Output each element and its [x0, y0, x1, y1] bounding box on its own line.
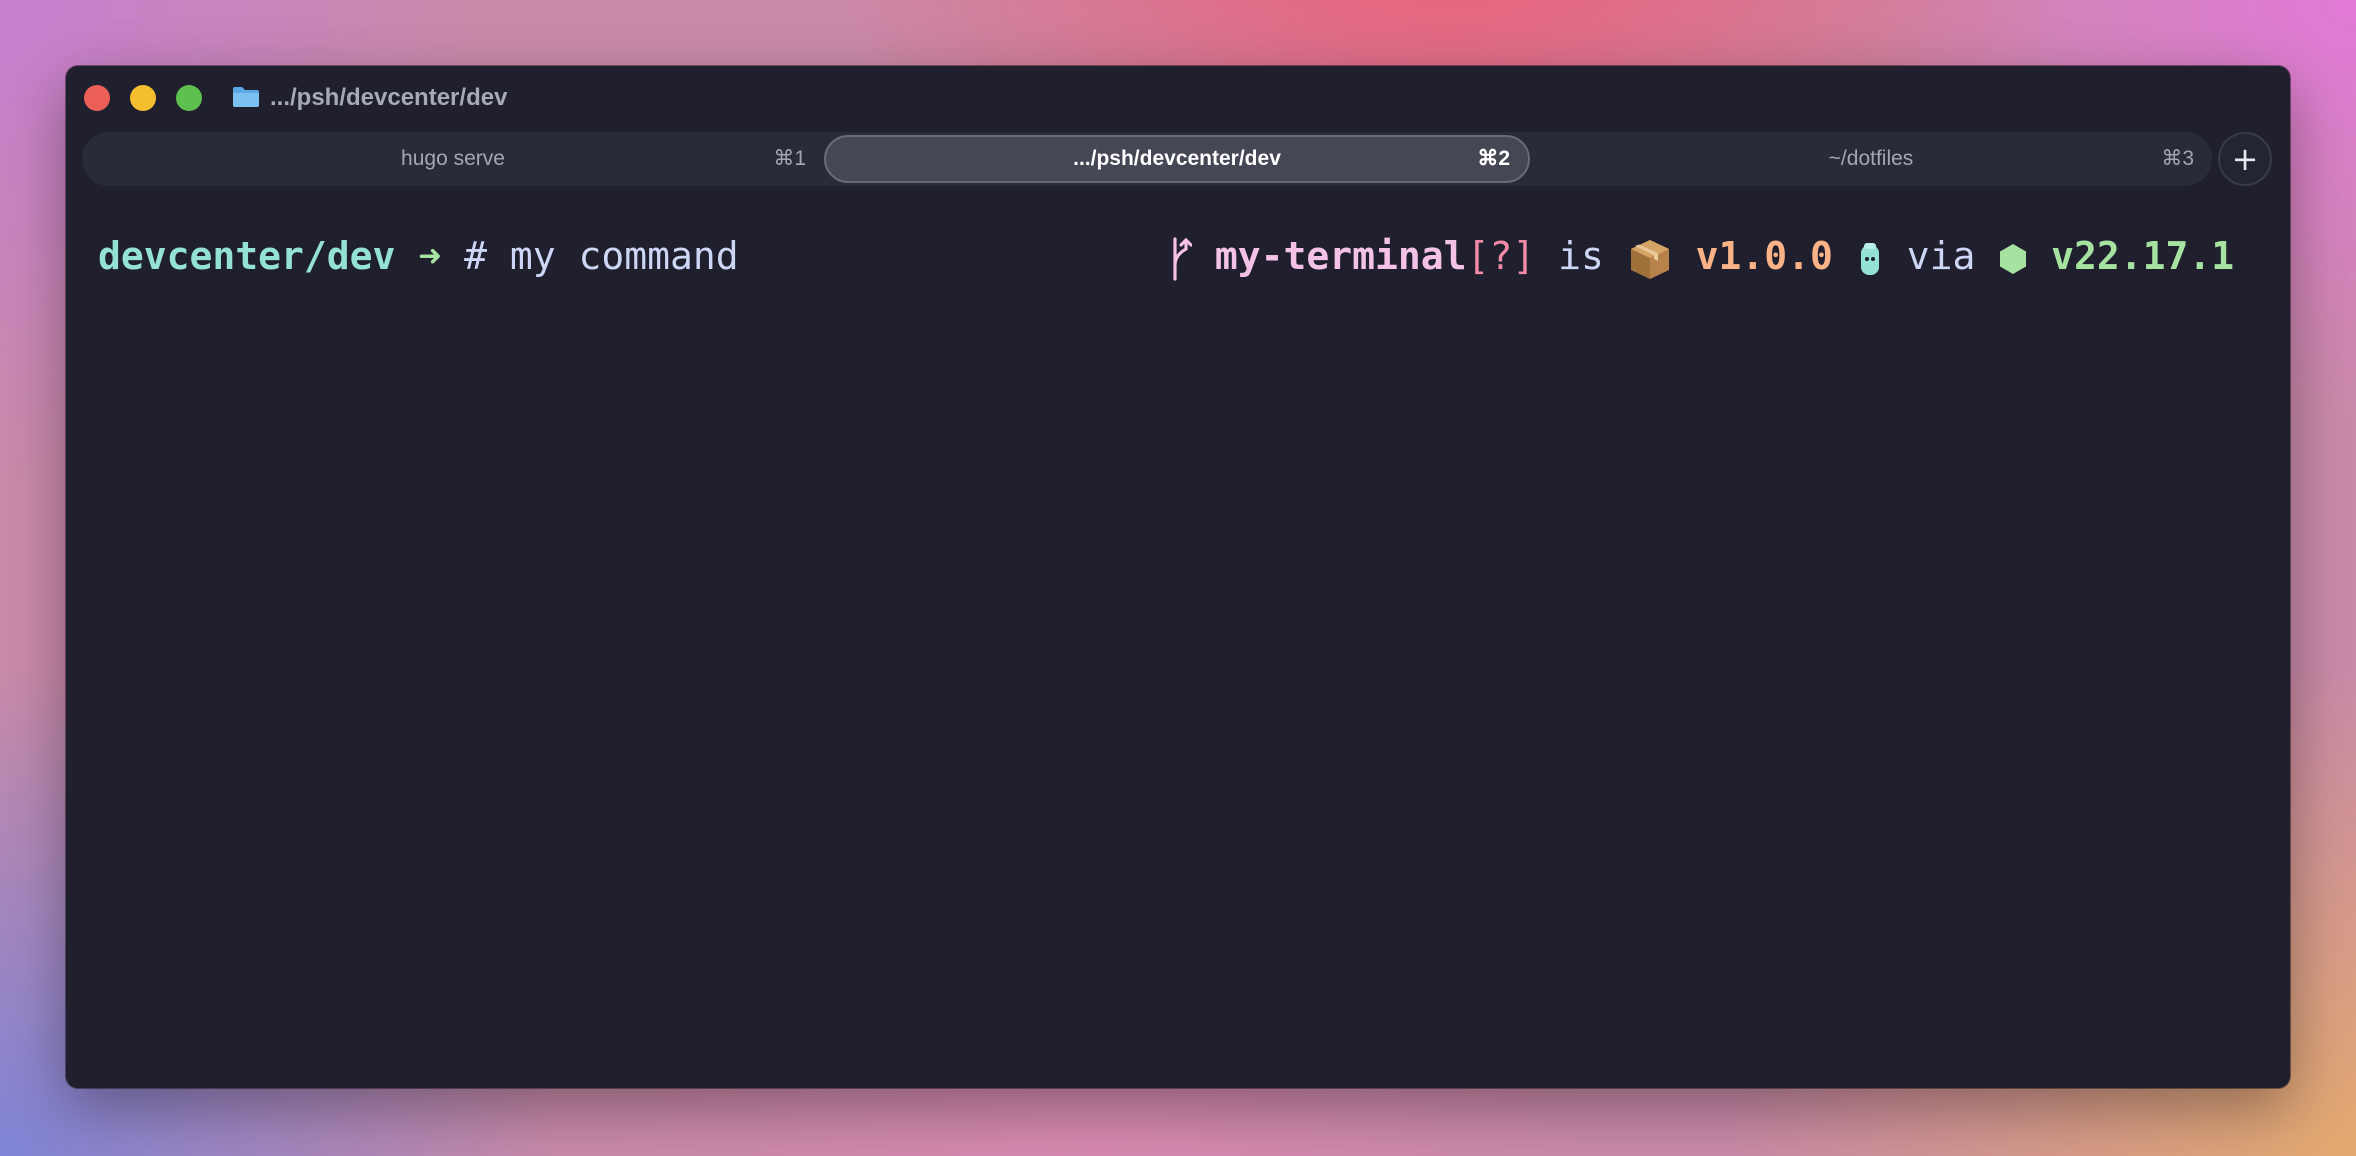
- terminal-output[interactable]: devcenter/dev ➜ # my command my-terminal…: [98, 226, 2278, 286]
- title-bar: .../psh/devcenter/dev: [66, 66, 2290, 132]
- tab-hugo-serve[interactable]: hugo serve ⌘1: [82, 132, 824, 186]
- tab-shortcut: ⌘2: [1477, 147, 1510, 170]
- new-tab-button[interactable]: +: [2218, 132, 2272, 186]
- window-title: .../psh/devcenter/dev: [270, 84, 508, 111]
- tab-dotfiles[interactable]: ~/dotfiles ⌘3: [1530, 132, 2212, 186]
- node-hexagon-icon: [2000, 243, 2027, 274]
- package-version: v1.0.0: [1695, 234, 1833, 278]
- terminal-window: .../psh/devcenter/dev hugo serve ⌘1 .../…: [66, 66, 2290, 1088]
- repo-name: my-terminal: [1214, 234, 1467, 278]
- minimize-button[interactable]: [130, 85, 156, 111]
- tab-bar: hugo serve ⌘1 .../psh/devcenter/dev ⌘2 ~…: [82, 132, 2212, 186]
- tab-shortcut: ⌘3: [2161, 147, 2194, 170]
- prompt-arrow: ➜: [418, 234, 442, 278]
- command-text: # my command: [464, 234, 739, 278]
- bun-icon: [1860, 242, 1879, 275]
- maximize-button[interactable]: [176, 85, 202, 111]
- node-version: v22.17.1: [2051, 234, 2235, 278]
- tab-devcenter-dev[interactable]: .../psh/devcenter/dev ⌘2: [824, 135, 1530, 183]
- tab-label: ~/dotfiles: [1828, 147, 1914, 170]
- prompt-cwd: devcenter/dev: [98, 234, 396, 278]
- package-icon: [1630, 239, 1669, 279]
- git-status: [?]: [1466, 234, 1536, 278]
- right-prompt: my-terminal[?] is v1.0.0 via v22.17.1: [1168, 226, 2234, 286]
- left-prompt: devcenter/dev ➜ # my command: [98, 226, 739, 286]
- word-via: via: [1906, 234, 1976, 278]
- folder-icon: [233, 87, 259, 107]
- close-button[interactable]: [84, 85, 110, 111]
- word-is: is: [1558, 234, 1604, 278]
- git-branch-icon: [1173, 236, 1192, 281]
- tab-shortcut: ⌘1: [773, 147, 806, 170]
- tab-label: .../psh/devcenter/dev: [1073, 147, 1281, 170]
- tab-label: hugo serve: [401, 147, 505, 170]
